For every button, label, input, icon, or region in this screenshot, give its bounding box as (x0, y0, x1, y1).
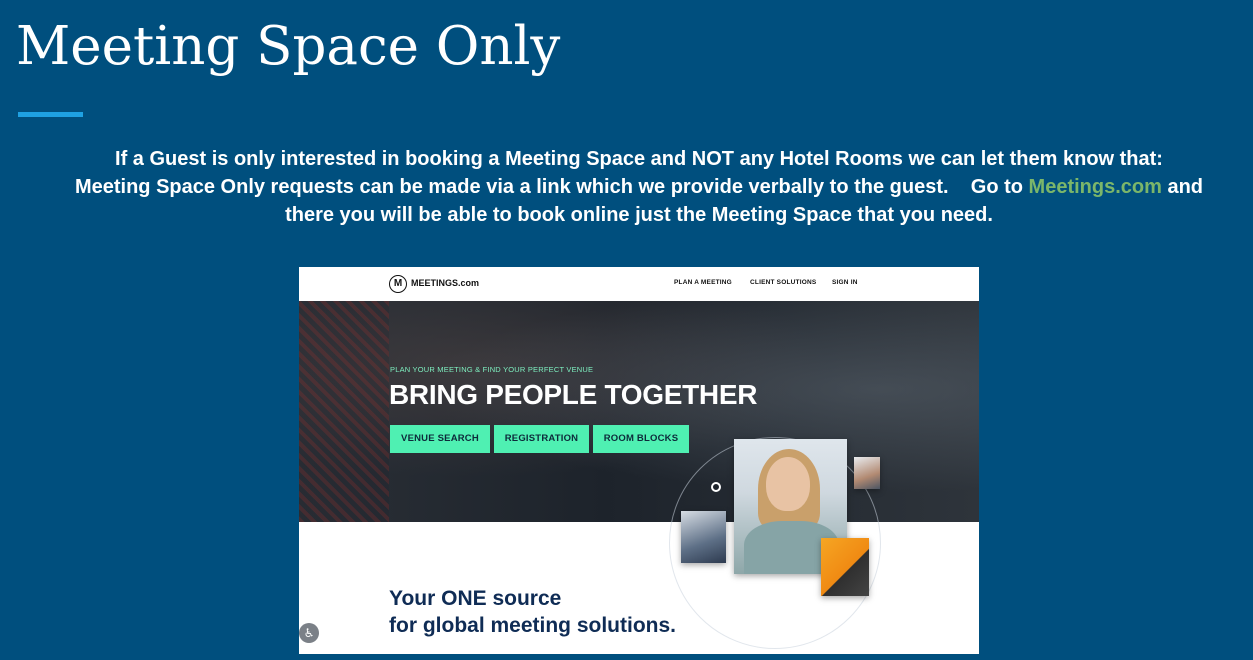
tagline-line-1: Your ONE source (389, 587, 562, 610)
body-line-1: If a Guest is only interested in booking… (115, 148, 1163, 170)
site-tagline: Your ONE source for global meeting solut… (389, 585, 676, 639)
body-line-3: there you will be able to book online ju… (285, 204, 993, 226)
registration-button[interactable]: REGISTRATION (494, 425, 589, 453)
photo-face (766, 457, 810, 511)
hero-background-photo (299, 301, 389, 522)
slide-title: Meeting Space Only (16, 16, 561, 77)
meetings-website-screenshot: M MEETINGS.com PLAN A MEETING CLIENT SOL… (299, 267, 979, 654)
site-nav-bar: M MEETINGS.com PLAN A MEETING CLIENT SOL… (299, 267, 979, 301)
hero-headline: BRING PEOPLE TOGETHER (389, 379, 758, 410)
body-line-2-end: and (1161, 176, 1204, 198)
tagline-line-2: for global meeting solutions. (389, 614, 677, 637)
meetings-logo-text: MEETINGS.com (411, 278, 480, 288)
meetings-link[interactable]: Meetings.com (1029, 176, 1162, 198)
nav-plan-a-meeting[interactable]: PLAN A MEETING (674, 279, 732, 286)
room-blocks-button[interactable]: ROOM BLOCKS (593, 425, 689, 453)
orbit-dot (711, 482, 721, 492)
title-accent-bar (18, 112, 83, 117)
orange-venue-photo (821, 538, 869, 596)
nav-client-solutions[interactable]: CLIENT SOLUTIONS (750, 279, 816, 286)
body-line-2-text: Meeting Space Only requests can be made … (74, 176, 1029, 198)
workspace-photo (854, 457, 880, 489)
body-line-2: Meeting Space Only requests can be made … (25, 173, 1253, 201)
venue-search-button[interactable]: VENUE SEARCH (390, 425, 490, 453)
slide-body: If a Guest is only interested in booking… (25, 145, 1253, 229)
nav-sign-in[interactable]: SIGN IN (832, 279, 858, 286)
accessibility-icon[interactable]: ♿ (299, 623, 319, 643)
team-meeting-photo (681, 511, 726, 563)
meetings-logo-icon: M (389, 275, 407, 293)
hero-eyebrow: PLAN YOUR MEETING & FIND YOUR PERFECT VE… (390, 365, 594, 374)
